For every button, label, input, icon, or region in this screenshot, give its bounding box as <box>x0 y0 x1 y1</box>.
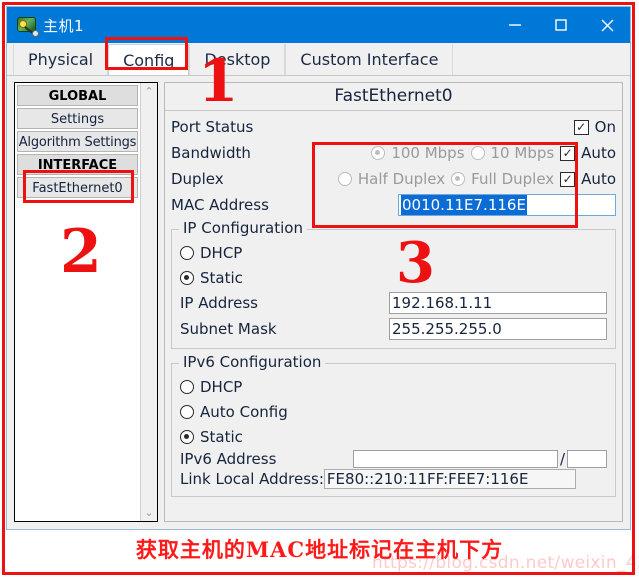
minimize-button[interactable] <box>492 7 538 43</box>
scroll-down-icon[interactable]: ⌄ <box>144 507 153 518</box>
link-local-address-row: Link Local Address: FE80::210:11FF:FEE7:… <box>180 468 607 490</box>
tab-desktop[interactable]: Desktop <box>189 44 286 75</box>
sidebar-header-interface: INTERFACE <box>17 154 138 175</box>
watermark-text: https://blog.csdn.net/weixin_43408595 <box>372 553 639 573</box>
ip-static-label: Static <box>200 268 243 287</box>
ipv6-address-label: IPv6 Address <box>180 449 277 468</box>
sidebar-scrollbar[interactable]: ⌃ ⌄ <box>140 83 157 521</box>
ip-dhcp-label: DHCP <box>200 243 243 262</box>
duplex-full-label: Full Duplex <box>471 170 555 188</box>
ipv6-auto-config-label: Auto Config <box>200 402 288 421</box>
sidebar-header-global: GLOBAL <box>17 85 138 106</box>
ipv6-static-row: Static <box>180 424 607 449</box>
host-config-window: 主机1 Physical Config Desktop Custom Inter… <box>6 6 631 530</box>
duplex-row: Duplex Half Duplex Full Duplex ✓ Auto <box>171 166 616 192</box>
interface-panel: FastEthernet0 Port Status ✓ On Bandwidth <box>164 82 623 522</box>
link-local-address-label: Link Local Address: <box>180 470 324 488</box>
maximize-button[interactable] <box>538 7 584 43</box>
config-sidebar: GLOBAL Settings Algorithm Settings INTER… <box>14 82 158 522</box>
duplex-half-radio[interactable] <box>337 172 352 186</box>
ip-dhcp-radio[interactable] <box>180 245 194 260</box>
bandwidth-10mbps-radio[interactable] <box>470 146 485 160</box>
ipv6-dhcp-label: DHCP <box>200 377 243 396</box>
ip-address-label: IP Address <box>180 294 258 312</box>
ipv6-prefix-input[interactable] <box>567 449 607 468</box>
duplex-half-label: Half Duplex <box>357 170 446 188</box>
sidebar-item-algorithm-settings[interactable]: Algorithm Settings <box>17 131 138 152</box>
mac-address-input[interactable]: 0010.11E7.116E <box>398 194 616 216</box>
ip-static-radio[interactable] <box>180 270 194 285</box>
close-button[interactable] <box>584 7 630 43</box>
link-local-address-value: FE80::210:11FF:FEE7:116E <box>323 469 576 489</box>
ipv6-dhcp-row: DHCP <box>180 374 607 399</box>
ipv6-configuration-group: IPv6 Configuration DHCP Auto Config Stat… <box>171 353 616 497</box>
ip-configuration-legend: IP Configuration <box>179 219 307 237</box>
bandwidth-100mbps-label: 100 Mbps <box>391 144 465 162</box>
ipv6-static-label: Static <box>200 427 243 446</box>
sidebar-list: GLOBAL Settings Algorithm Settings INTER… <box>15 83 140 521</box>
mac-address-value: 0010.11E7.116E <box>401 195 527 215</box>
mac-address-row: MAC Address 0010.11E7.116E <box>171 192 616 218</box>
panel-title: FastEthernet0 <box>165 83 622 111</box>
duplex-full-radio[interactable] <box>451 172 466 186</box>
mac-address-label: MAC Address <box>171 196 269 214</box>
ip-dhcp-row: DHCP <box>180 240 607 265</box>
sidebar-item-fastethernet0[interactable]: FastEthernet0 <box>17 177 138 198</box>
subnet-mask-label: Subnet Mask <box>180 320 277 338</box>
port-status-row: Port Status ✓ On <box>171 114 616 140</box>
tab-physical[interactable]: Physical <box>13 44 109 75</box>
duplex-auto-checkbox[interactable]: ✓ <box>560 171 576 187</box>
ipv6-auto-config-radio[interactable] <box>180 404 194 419</box>
ip-configuration-group: IP Configuration DHCP Static IP Address … <box>171 219 616 349</box>
ip-address-row: IP Address 192.168.1.11 <box>180 290 607 316</box>
duplex-label: Duplex <box>171 170 224 188</box>
ip-address-input[interactable]: 192.168.1.11 <box>389 292 607 314</box>
panel-content: Port Status ✓ On Bandwidth 100 Mbps 10 M… <box>165 111 622 521</box>
sidebar-item-settings[interactable]: Settings <box>17 108 138 129</box>
subnet-mask-input[interactable]: 255.255.255.0 <box>389 318 607 340</box>
bandwidth-auto-checkbox[interactable]: ✓ <box>560 145 576 161</box>
ipv6-static-radio[interactable] <box>180 429 194 444</box>
tab-config[interactable]: Config <box>108 44 190 75</box>
port-status-label: Port Status <box>171 118 254 136</box>
tab-custom-interface[interactable]: Custom Interface <box>285 44 454 75</box>
bandwidth-10mbps-label: 10 Mbps <box>490 144 555 162</box>
host-device-icon <box>15 14 39 37</box>
bandwidth-label: Bandwidth <box>171 144 251 162</box>
screenshot-root: 主机1 Physical Config Desktop Custom Inter… <box>0 0 639 578</box>
window-titlebar: 主机1 <box>7 7 630 43</box>
duplex-auto-label: Auto <box>581 170 616 188</box>
ipv6-auto-config-row: Auto Config <box>180 399 607 424</box>
ipv6-configuration-legend: IPv6 Configuration <box>179 353 326 371</box>
ip-static-row: Static <box>180 265 607 290</box>
ipv6-dhcp-radio[interactable] <box>180 379 194 394</box>
scroll-up-icon[interactable]: ⌃ <box>144 86 153 97</box>
port-status-checkbox[interactable]: ✓ <box>573 119 589 135</box>
port-status-on-label: On <box>594 118 616 136</box>
bandwidth-row: Bandwidth 100 Mbps 10 Mbps ✓ Auto <box>171 140 616 166</box>
subnet-mask-row: Subnet Mask 255.255.255.0 <box>180 316 607 342</box>
ipv6-prefix-separator: / <box>559 449 565 468</box>
bandwidth-auto-label: Auto <box>581 144 616 162</box>
ipv6-address-input[interactable] <box>352 449 558 468</box>
window-body: GLOBAL Settings Algorithm Settings INTER… <box>7 76 630 529</box>
bandwidth-100mbps-radio[interactable] <box>371 146 386 160</box>
ipv6-address-row: IPv6 Address / <box>180 449 607 468</box>
window-title: 主机1 <box>43 16 85 35</box>
tab-strip: Physical Config Desktop Custom Interface <box>7 43 630 76</box>
